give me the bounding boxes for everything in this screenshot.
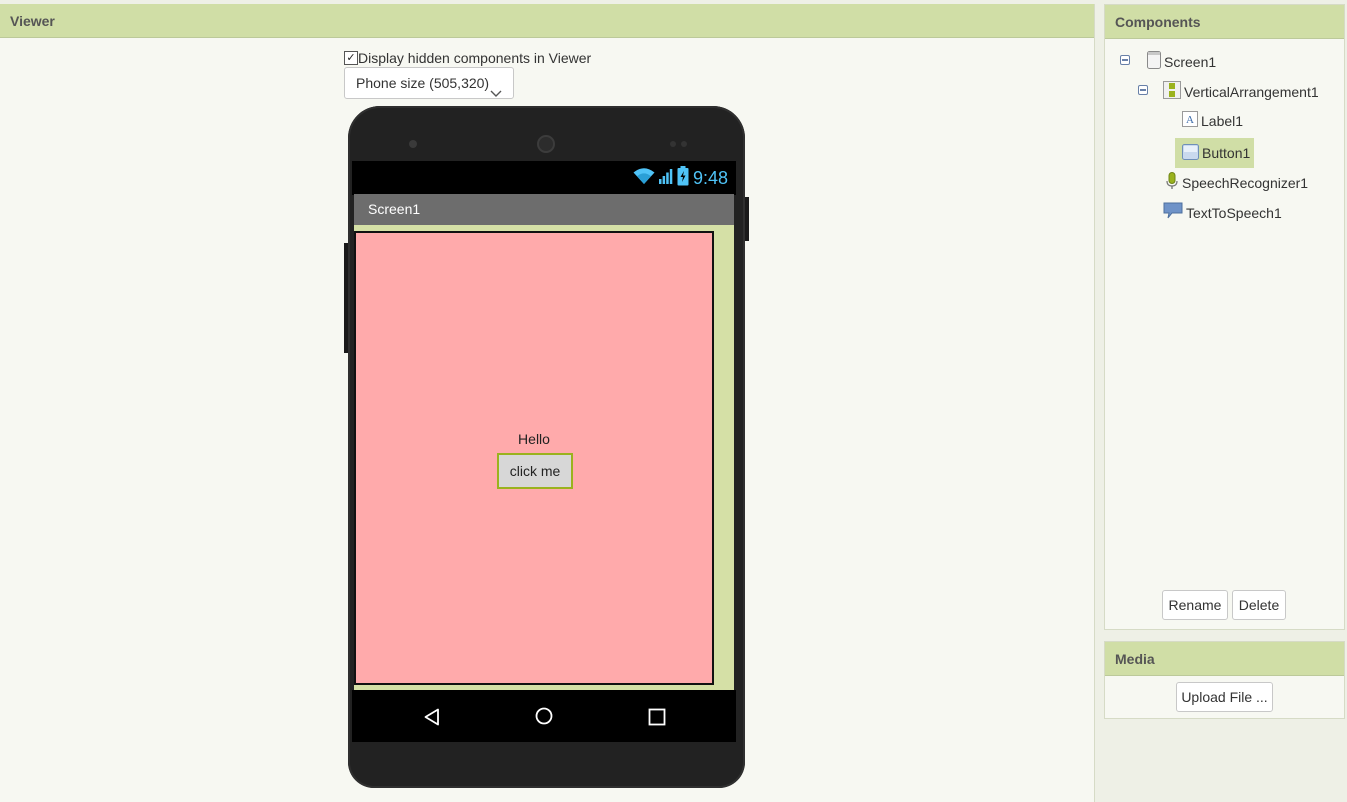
- phone-nav-bar: [352, 690, 736, 742]
- tree-label-vertical-arrangement1: VerticalArrangement1: [1184, 83, 1319, 100]
- phone-size-value: Phone size (505,320): [356, 75, 490, 91]
- viewer-title: Viewer: [0, 4, 1094, 38]
- status-clock: 9:48: [692, 168, 728, 188]
- speech-bubble-icon: [1163, 202, 1183, 223]
- delete-button[interactable]: Delete: [1232, 590, 1286, 620]
- chevron-down-icon: [490, 78, 502, 108]
- phone-status-bar: 9:48: [352, 161, 736, 195]
- display-hidden-toggle[interactable]: ✓ Display hidden components in Viewer: [344, 50, 591, 66]
- vertical-arrangement[interactable]: Hello click me: [354, 231, 714, 685]
- display-hidden-label: Display hidden components in Viewer: [358, 50, 592, 66]
- tree-label-text-to-speech1: TextToSpeech1: [1186, 204, 1282, 221]
- components-panel: Components Screen1 VerticalArrangement1: [1104, 4, 1345, 630]
- phone-volume-button: [344, 243, 348, 353]
- collapse-screen1-toggle[interactable]: [1120, 55, 1130, 65]
- label-icon: A: [1182, 111, 1198, 130]
- tree-item-vertical-arrangement1[interactable]: VerticalArrangement1: [1163, 81, 1319, 102]
- screen-title: Screen1: [368, 201, 421, 217]
- vertical-arrangement-icon: [1163, 81, 1181, 102]
- display-hidden-checkbox[interactable]: ✓: [344, 51, 358, 65]
- tree-item-button1[interactable]: Button1: [1175, 138, 1255, 168]
- tree-item-speech-recognizer1[interactable]: SpeechRecognizer1: [1165, 172, 1308, 193]
- phone-top-bezel: [409, 135, 687, 153]
- upload-file-button[interactable]: Upload File ...: [1176, 682, 1273, 712]
- recent-apps-icon[interactable]: [648, 708, 666, 731]
- screen-title-bar: Screen1: [354, 194, 734, 225]
- screen-icon: [1147, 51, 1161, 72]
- tree-item-screen1[interactable]: Screen1: [1147, 51, 1216, 72]
- media-title: Media: [1105, 642, 1344, 676]
- tree-item-text-to-speech1[interactable]: TextToSpeech1: [1163, 202, 1282, 223]
- media-panel: Media Upload File ...: [1104, 641, 1345, 719]
- button-icon: [1182, 143, 1199, 163]
- tree-label-label1: Label1: [1201, 112, 1244, 129]
- button1[interactable]: click me: [497, 453, 573, 489]
- wifi-icon: [633, 167, 655, 190]
- battery-icon: [677, 166, 689, 191]
- collapse-vertical-arrangement1-toggle[interactable]: [1138, 85, 1148, 95]
- components-title: Components: [1105, 5, 1344, 39]
- tree-label-screen1: Screen1: [1164, 53, 1217, 70]
- phone-power-button: [745, 197, 749, 241]
- label1[interactable]: Hello: [356, 431, 712, 447]
- phone-size-select[interactable]: Phone size (505,320): [344, 67, 514, 99]
- signal-icon: [658, 168, 673, 189]
- tree-label-button1: Button1: [1202, 145, 1251, 161]
- home-icon[interactable]: [535, 707, 553, 730]
- back-icon[interactable]: [423, 708, 441, 731]
- svg-text:A: A: [1186, 114, 1194, 126]
- tree-label-speech-recognizer1: SpeechRecognizer1: [1182, 174, 1309, 191]
- rename-button[interactable]: Rename: [1162, 590, 1228, 620]
- tree-item-label1[interactable]: A Label1: [1182, 111, 1243, 130]
- microphone-icon: [1165, 172, 1179, 193]
